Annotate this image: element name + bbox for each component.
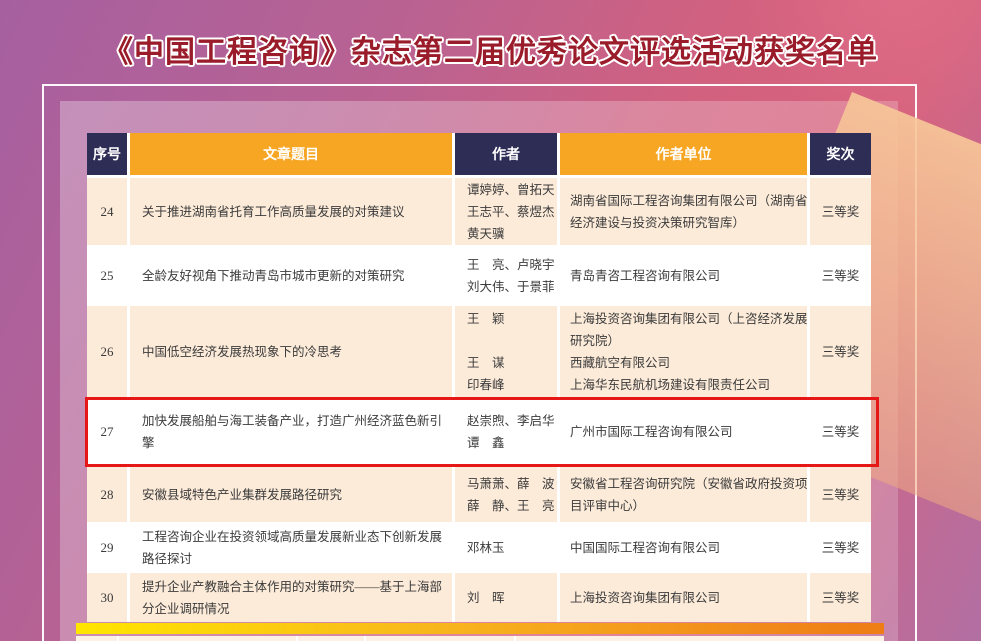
table-row: 26 中国低空经济发展热现象下的冷思考 王 颖 王 谋印春峰 上海投资咨询集团有… [87, 306, 871, 397]
cell-organization: 青岛青咨工程咨询有限公司 [560, 248, 807, 303]
table-row: 24 关于推进湖南省托育工作高质量发展的对策建议 谭婷婷、曾拓天王志平、蔡煜杰黄… [87, 178, 871, 245]
cell-organization: 安徽省工程咨询研究院（安徽省政府投资项目评审中心） [560, 467, 807, 522]
award-table: 序号文章题目作者作者单位奖次 24 关于推进湖南省托育工作高质量发展的对策建议 … [87, 133, 871, 622]
cell-article-title: 全龄友好视角下推动青岛市城市更新的对策研究 [130, 248, 452, 303]
cell-authors: 谭婷婷、曾拓天王志平、蔡煜杰黄天骥 [455, 178, 557, 245]
header-cell: 文章题目 [130, 133, 452, 175]
header-cell: 奖次 [810, 133, 871, 175]
table-row: 30 提升企业产教融合主体作用的对策研究——基于上海部分企业调研情况 刘 晖 上… [87, 573, 871, 622]
cell-award-level: 三等奖 [810, 306, 871, 397]
column-divider [296, 636, 298, 641]
table-header-row: 序号文章题目作者作者单位奖次 [87, 133, 871, 175]
table-row: 28 安徽县域特色产业集群发展路径研究 马萧萧、薛 波薛 静、王 亮 安徽省工程… [87, 467, 871, 522]
cell-award-level: 三等奖 [810, 467, 871, 522]
next-table-section-partial [76, 636, 884, 641]
table-row: 27 加快发展船舶与海工装备产业，打造广州经济蓝色新引擎 赵崇煦、李启华谭 鑫 … [87, 400, 871, 464]
cell-organization: 上海投资咨询集团有限公司（上咨经济发展研究院）西藏航空有限公司上海华东民航机场建… [560, 306, 807, 397]
cell-number: 26 [87, 306, 127, 397]
cell-organization: 中国国际工程咨询有限公司 [560, 525, 807, 570]
cell-article-title: 中国低空经济发展热现象下的冷思考 [130, 306, 452, 397]
cell-organization: 上海投资咨询集团有限公司 [560, 573, 807, 622]
cell-number: 27 [87, 400, 127, 464]
cell-authors: 马萧萧、薛 波薛 静、王 亮 [455, 467, 557, 522]
column-divider [364, 636, 366, 641]
poster-background: 《中国工程咨询》杂志第二届优秀论文评选活动获奖名单 序号文章题目作者作者单位奖次… [0, 0, 981, 641]
decor-gradient-bar [76, 623, 884, 634]
column-divider [514, 636, 516, 641]
cell-authors: 邓林玉 [455, 525, 557, 570]
cell-article-title: 关于推进湖南省托育工作高质量发展的对策建议 [130, 178, 452, 245]
cell-organization: 湖南省国际工程咨询集团有限公司（湖南省经济建设与投资决策研究智库） [560, 178, 807, 245]
cell-article-title: 工程咨询企业在投资领域高质量发展新业态下创新发展路径探讨 [130, 525, 452, 570]
cell-number: 29 [87, 525, 127, 570]
cell-award-level: 三等奖 [810, 178, 871, 245]
header-cell: 作者单位 [560, 133, 807, 175]
cell-award-level: 三等奖 [810, 573, 871, 622]
column-divider [117, 636, 119, 641]
cell-authors: 王 颖 王 谋印春峰 [455, 306, 557, 397]
cell-award-level: 三等奖 [810, 525, 871, 570]
award-table-body: 24 关于推进湖南省托育工作高质量发展的对策建议 谭婷婷、曾拓天王志平、蔡煜杰黄… [87, 178, 871, 622]
table-row: 25 全龄友好视角下推动青岛市城市更新的对策研究 王 亮、卢晓宇刘大伟、于景菲 … [87, 248, 871, 303]
header-cell: 作者 [455, 133, 557, 175]
header-cell: 序号 [87, 133, 127, 175]
cell-number: 25 [87, 248, 127, 303]
cell-number: 28 [87, 467, 127, 522]
table-row: 29 工程咨询企业在投资领域高质量发展新业态下创新发展路径探讨 邓林玉 中国国际… [87, 525, 871, 570]
cell-award-level: 三等奖 [810, 400, 871, 464]
cell-organization: 广州市国际工程咨询有限公司 [560, 400, 807, 464]
cell-number: 30 [87, 573, 127, 622]
page-title: 《中国工程咨询》杂志第二届优秀论文评选活动获奖名单 [0, 27, 981, 71]
cell-number: 24 [87, 178, 127, 245]
cell-award-level: 三等奖 [810, 248, 871, 303]
cell-authors: 刘 晖 [455, 573, 557, 622]
cell-article-title: 加快发展船舶与海工装备产业，打造广州经济蓝色新引擎 [130, 400, 452, 464]
cell-authors: 赵崇煦、李启华谭 鑫 [455, 400, 557, 464]
cell-article-title: 提升企业产教融合主体作用的对策研究——基于上海部分企业调研情况 [130, 573, 452, 622]
cell-article-title: 安徽县域特色产业集群发展路径研究 [130, 467, 452, 522]
cell-authors: 王 亮、卢晓宇刘大伟、于景菲 [455, 248, 557, 303]
